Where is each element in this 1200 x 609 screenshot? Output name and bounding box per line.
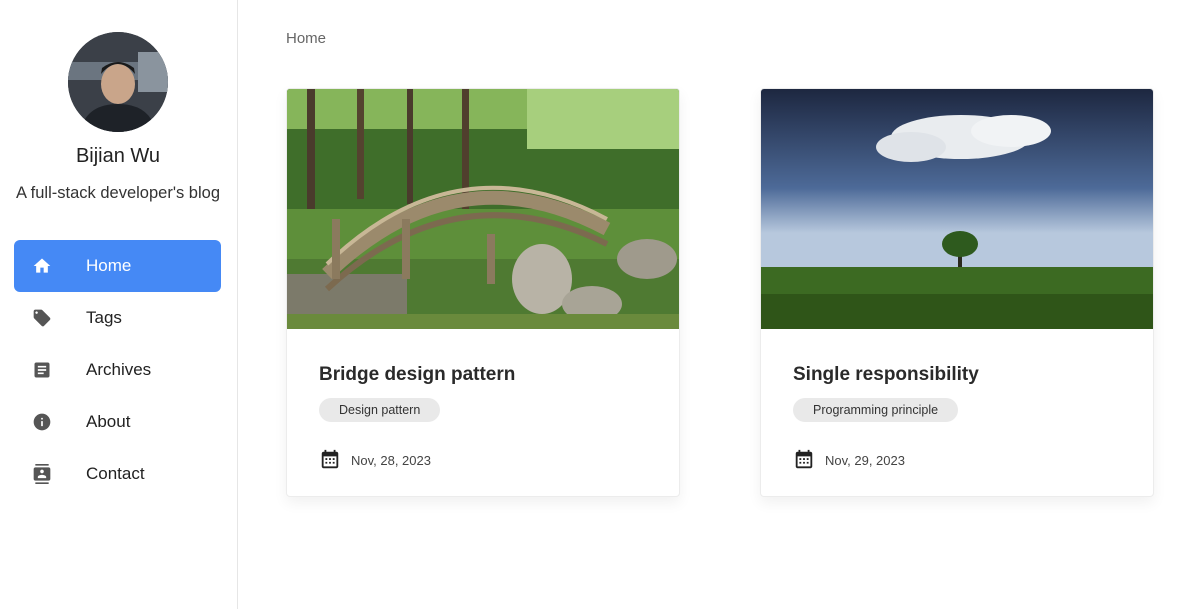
- sidebar-item-archives[interactable]: Archives: [14, 344, 221, 396]
- sidebar-nav: Home Tags Archives About Contact: [14, 240, 221, 500]
- post-tag[interactable]: Design pattern: [319, 398, 441, 422]
- sidebar-item-tags[interactable]: Tags: [14, 292, 221, 344]
- breadcrumb[interactable]: Home: [286, 30, 326, 47]
- sidebar-item-label: Archives: [86, 360, 152, 379]
- sidebar-item-label: Contact: [86, 464, 145, 483]
- post-card[interactable]: Single responsibility Programming princi…: [760, 88, 1154, 497]
- post-date-text: Nov, 29, 2023: [825, 452, 905, 468]
- info-icon: [14, 412, 70, 432]
- sidebar-item-label: Tags: [86, 308, 122, 327]
- avatar[interactable]: [68, 32, 168, 132]
- post-title[interactable]: Single responsibility: [793, 364, 979, 386]
- contact-icon: [14, 464, 70, 484]
- sidebar-item-label: Home: [86, 256, 132, 275]
- post-date: Nov, 28, 2023: [319, 449, 431, 471]
- tag-icon: [14, 308, 70, 328]
- post-image[interactable]: [287, 89, 679, 329]
- calendar-icon: [321, 449, 339, 469]
- archive-icon: [14, 360, 70, 380]
- sidebar-item-about[interactable]: About: [14, 396, 221, 448]
- post-tag[interactable]: Programming principle: [793, 398, 959, 422]
- home-icon: [14, 256, 70, 276]
- post-title[interactable]: Bridge design pattern: [319, 364, 515, 386]
- sidebar-item-label: About: [86, 412, 131, 431]
- post-date-text: Nov, 28, 2023: [351, 452, 431, 468]
- post-card[interactable]: Bridge design pattern Design pattern Nov…: [286, 88, 680, 497]
- author-bio: A full-stack developer's blog: [15, 184, 220, 202]
- calendar-icon: [795, 449, 813, 469]
- author-name: Bijian Wu: [75, 145, 161, 167]
- post-image[interactable]: [761, 89, 1153, 329]
- sidebar: Bijian Wu A full-stack developer's blog …: [0, 0, 238, 609]
- sidebar-item-contact[interactable]: Contact: [14, 448, 221, 500]
- post-date: Nov, 29, 2023: [793, 449, 905, 471]
- sidebar-item-home[interactable]: Home: [14, 240, 221, 292]
